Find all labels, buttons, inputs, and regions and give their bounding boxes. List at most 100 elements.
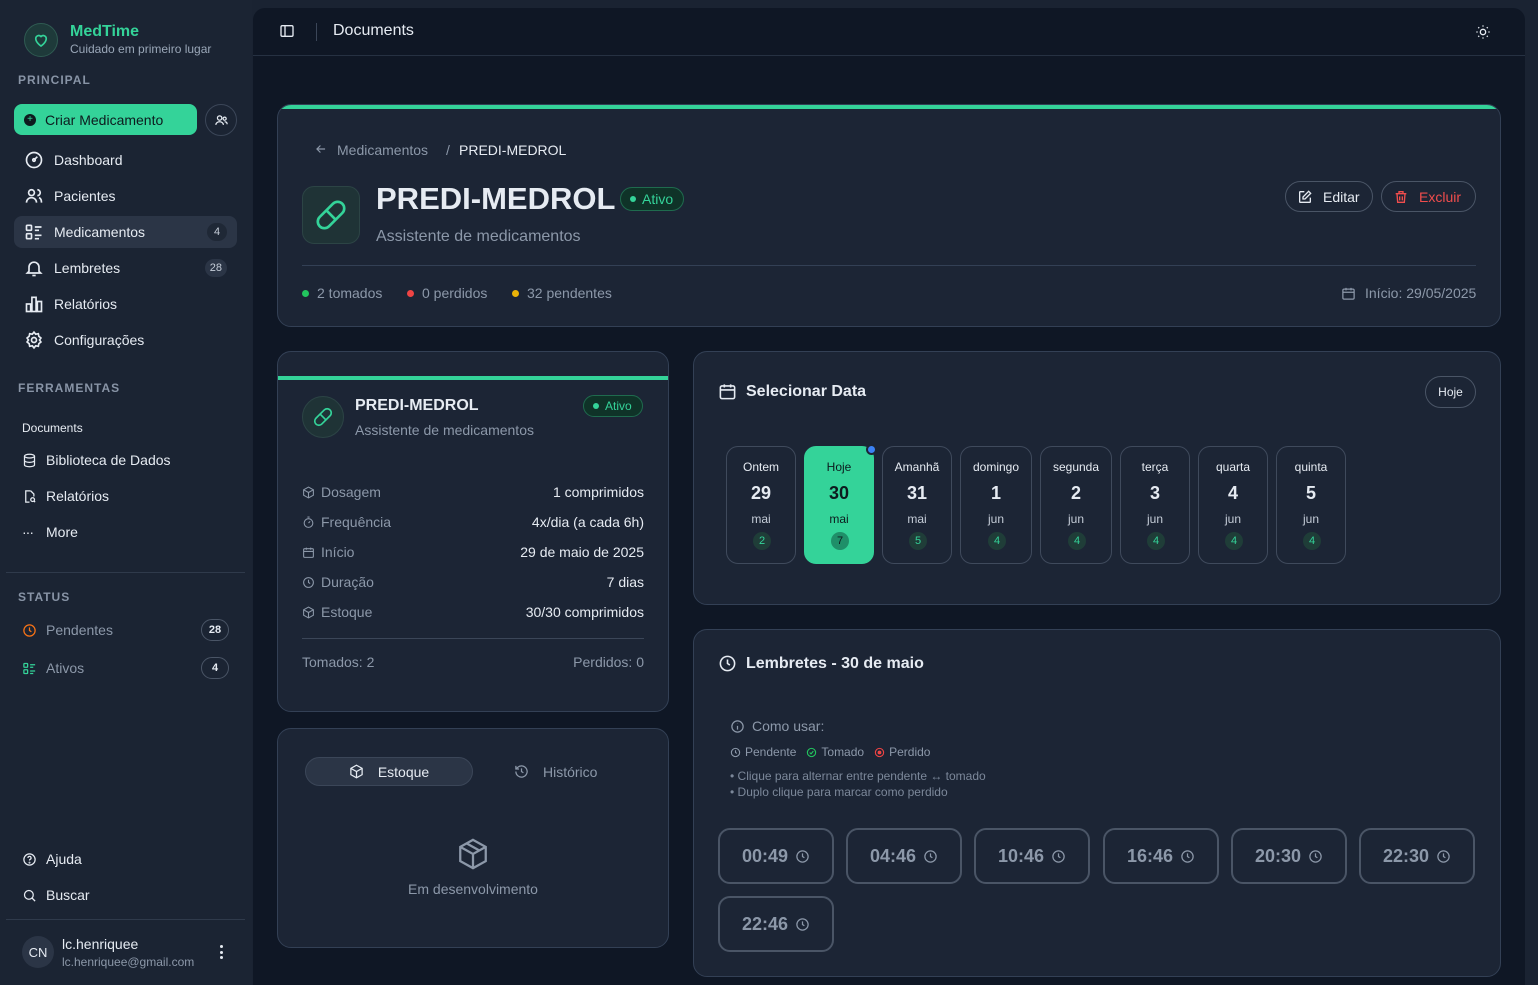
sidebar-item-relatorios[interactable]: Relatórios (14, 288, 237, 320)
topbar-divider (316, 23, 317, 41)
avatar[interactable]: CN (22, 936, 54, 968)
day-quarta[interactable]: quarta 4 jun 4 (1198, 446, 1268, 564)
day-segunda[interactable]: segunda 2 jun 4 (1040, 446, 1112, 564)
pill-icon (302, 396, 344, 438)
detail-label: Estoque (321, 604, 373, 620)
sidebar-item-lembretes[interactable]: Lembretes 28 (14, 252, 237, 284)
detail-row-frequencia: Frequência 4x/dia (a cada 6h) (302, 514, 644, 530)
today-indicator-dot (866, 444, 877, 455)
day-hoje[interactable]: Hoje 30 mai 7 (804, 446, 874, 564)
delete-button[interactable]: Excluir (1381, 181, 1476, 212)
edit-button[interactable]: Editar (1285, 181, 1373, 212)
calendar-icon (302, 546, 315, 559)
lembretes-count-badge: 28 (204, 259, 227, 277)
help-link[interactable]: Ajuda (22, 851, 82, 867)
pendentes-count-badge: 28 (201, 619, 229, 641)
day-month: jun (1224, 512, 1241, 526)
date-card-title: Selecionar Data (746, 382, 867, 400)
search-link[interactable]: Buscar (22, 887, 90, 903)
package-icon (302, 485, 315, 499)
day-amanha[interactable]: Amanhã 31 mai 5 (882, 446, 952, 564)
detail-row-duracao: Duração 7 dias (302, 574, 644, 590)
help-label: Ajuda (46, 851, 82, 867)
clock-icon (730, 747, 741, 758)
legend-tomado: Tomado (806, 745, 864, 759)
detail-label: Duração (321, 574, 374, 590)
legend-pendente: Pendente (730, 745, 796, 759)
detail-label: Início (321, 544, 355, 560)
sidebar-item-dashboard[interactable]: Dashboard (14, 144, 237, 176)
tool-item-biblioteca[interactable]: Biblioteca de Dados (22, 452, 171, 468)
reminder-time-button[interactable]: 04:46 (846, 828, 962, 884)
day-name: domingo (972, 460, 1020, 474)
day-month: jun (1146, 512, 1163, 526)
status-item-label: Pendentes (46, 622, 113, 638)
tab-historico[interactable]: Histórico (514, 757, 597, 786)
reminder-time-button[interactable]: 10:46 (974, 828, 1090, 884)
tool-item-more[interactable]: ··· More (22, 524, 78, 540)
theme-toggle-sun-icon[interactable] (1475, 24, 1491, 45)
user-menu-icon[interactable] (214, 943, 228, 961)
sidebar-item-label: Lembretes (54, 260, 121, 276)
day-month: mai (829, 512, 849, 526)
create-medication-button[interactable]: + Criar Medicamento (14, 104, 197, 135)
status-badge: Ativo (583, 395, 643, 417)
tool-item-relatorios[interactable]: Relatórios (22, 488, 109, 504)
reminder-time-button[interactable]: 16:46 (1103, 828, 1219, 884)
reminder-time-button[interactable]: 22:46 (718, 896, 834, 952)
sidebar-toggle-icon[interactable] (279, 23, 295, 44)
reminder-time-button[interactable]: 20:30 (1231, 828, 1347, 884)
tab-estoque[interactable]: Estoque (305, 757, 473, 786)
status-item-pendentes[interactable]: Pendentes 28 (22, 619, 229, 641)
back-arrow-icon[interactable] (314, 142, 328, 161)
clock-icon (1051, 849, 1066, 864)
day-ontem[interactable]: Ontem 29 mai 2 (726, 446, 796, 564)
breadcrumb-parent[interactable]: Medicamentos (337, 142, 428, 158)
list-icon (24, 222, 44, 242)
day-quinta[interactable]: quinta 5 jun 4 (1276, 446, 1346, 564)
sidebar-item-configuracoes[interactable]: Configurações (14, 324, 237, 356)
ativos-count-badge: 4 (201, 657, 229, 679)
day-count-badge: 5 (909, 532, 927, 550)
date-card-header: Selecionar Data (718, 382, 866, 401)
status-badge-label: Ativo (642, 191, 674, 207)
day-number: 4 (1227, 483, 1238, 503)
stat-taken-label: 2 tomados (317, 285, 383, 301)
reminder-time-button[interactable]: 22:30 (1359, 828, 1475, 884)
day-terca[interactable]: terça 3 jun 4 (1120, 446, 1190, 564)
day-number: 29 (750, 483, 772, 503)
reminder-time: 00:49 (741, 845, 789, 866)
empty-state-text: Em desenvolvimento (408, 881, 538, 897)
day-number: 3 (1149, 483, 1160, 503)
info-icon (730, 719, 745, 734)
reminder-time: 22:30 (1382, 845, 1430, 866)
clock-icon (1308, 849, 1323, 864)
detail-label: Frequência (321, 514, 392, 530)
med-card-subtitle: Assistente de medicamentos (355, 422, 534, 438)
day-name: quarta (1215, 460, 1251, 474)
status-item-label: Ativos (46, 660, 85, 676)
day-domingo[interactable]: domingo 1 jun 4 (960, 446, 1032, 564)
day-name: terça (1141, 460, 1169, 474)
sidebar-divider (6, 572, 245, 573)
reminders-header: Lembretes - 30 de maio (718, 654, 924, 673)
status-item-ativos[interactable]: Ativos 4 (22, 657, 229, 679)
detail-value: 29 de maio de 2025 (520, 544, 644, 560)
today-button[interactable]: Hoje (1425, 376, 1476, 408)
header-divider (302, 265, 1476, 266)
day-count-badge: 4 (1147, 532, 1165, 550)
sidebar-item-medicamentos[interactable]: Medicamentos 4 (14, 216, 237, 248)
reminder-time-button[interactable]: 00:49 (718, 828, 834, 884)
plus-circle-icon: + (24, 113, 36, 126)
day-month: jun (1302, 512, 1319, 526)
day-number: 1 (990, 483, 1001, 503)
patients-quick-button[interactable] (205, 104, 237, 136)
tab-estoque-label: Estoque (377, 763, 430, 780)
clock-icon (923, 849, 938, 864)
x-circle-icon (874, 747, 885, 758)
brand[interactable]: MedTime Cuidado em primeiro lugar (24, 23, 211, 57)
sidebar-item-pacientes[interactable]: Pacientes (14, 180, 237, 212)
page-title: Documents (333, 22, 414, 39)
brand-tagline: Cuidado em primeiro lugar (70, 42, 212, 56)
detail-row-estoque: Estoque 30/30 comprimidos (302, 604, 644, 620)
